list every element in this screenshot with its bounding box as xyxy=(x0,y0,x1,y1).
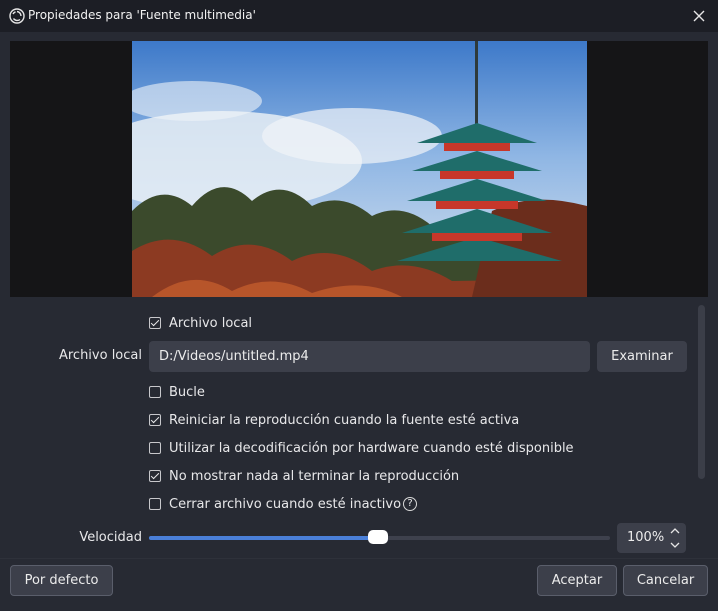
file-path-input[interactable]: D:/Videos/untitled.mp4 xyxy=(149,341,590,372)
show-nothing-label: No mostrar nada al terminar la reproducc… xyxy=(169,468,460,484)
checkbox-box[interactable] xyxy=(149,386,161,398)
restart-checkbox[interactable]: Reiniciar la reproducción cuando la fuen… xyxy=(149,412,519,428)
window-title: Propiedades para 'Fuente multimedia' xyxy=(28,8,256,22)
speed-label: Velocidad xyxy=(79,530,142,545)
show-nothing-checkbox[interactable]: No mostrar nada al terminar la reproducc… xyxy=(149,468,459,484)
speed-slider[interactable] xyxy=(149,530,610,544)
browse-button[interactable]: Examinar xyxy=(597,341,687,372)
checkbox-box[interactable] xyxy=(149,498,161,510)
slider-handle[interactable] xyxy=(368,530,389,544)
checkbox-box[interactable] xyxy=(149,317,161,329)
close-inactive-checkbox[interactable]: Cerrar archivo cuando esté inactivo ? xyxy=(149,496,418,512)
close-inactive-label: Cerrar archivo cuando esté inactivo xyxy=(169,496,402,512)
speed-spinbox[interactable]: 100% xyxy=(617,523,686,553)
restart-label: Reiniciar la reproducción cuando la fuen… xyxy=(169,412,520,428)
accept-button[interactable]: Aceptar xyxy=(537,565,617,596)
file-field-label: Archivo local xyxy=(58,348,142,363)
defaults-button[interactable]: Por defecto xyxy=(10,565,113,596)
checkbox-box[interactable] xyxy=(149,442,161,454)
source-preview xyxy=(10,41,708,297)
obs-app-icon xyxy=(9,8,25,24)
vertical-scrollbar[interactable] xyxy=(697,303,706,553)
hw-decode-label: Utilizar la decodificación por hardware … xyxy=(169,440,574,456)
chevron-down-icon[interactable] xyxy=(668,539,682,550)
checkbox-box[interactable] xyxy=(149,414,161,426)
footer-divider xyxy=(0,558,718,559)
help-icon[interactable]: ? xyxy=(403,497,418,511)
hw-decode-checkbox[interactable]: Utilizar la decodificación por hardware … xyxy=(149,440,574,456)
slider-fill xyxy=(149,536,379,540)
loop-label: Bucle xyxy=(169,384,205,400)
close-icon[interactable] xyxy=(688,5,710,27)
cancel-button[interactable]: Cancelar xyxy=(623,565,708,596)
checkbox-box[interactable] xyxy=(149,470,161,482)
loop-checkbox[interactable]: Bucle xyxy=(149,384,205,400)
scrollbar-thumb[interactable] xyxy=(698,305,705,479)
chevron-up-icon[interactable] xyxy=(668,526,682,537)
preview-image xyxy=(132,41,587,297)
local-file-checkbox[interactable]: Archivo local xyxy=(149,315,252,331)
local-file-label: Archivo local xyxy=(169,315,253,331)
title-bar: Propiedades para 'Fuente multimedia' xyxy=(0,0,718,32)
speed-value: 100% xyxy=(627,530,665,545)
